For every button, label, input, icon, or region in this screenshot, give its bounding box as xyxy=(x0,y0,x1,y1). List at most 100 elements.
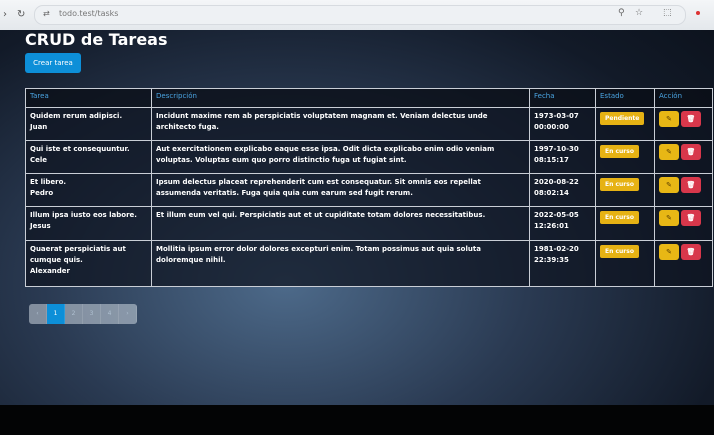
edit-button[interactable]: ✎ xyxy=(659,210,679,226)
task-description: Incidunt maxime rem ab perspiciatis volu… xyxy=(156,112,488,131)
status-cell: En curso xyxy=(595,206,655,241)
delete-button[interactable]: 🗑 xyxy=(681,244,701,260)
delete-button[interactable]: 🗑 xyxy=(681,177,701,193)
screen: › ↻ ⇄ todo.test/tasks ⚲ ☆ ⬚ CRUD de Tare… xyxy=(0,0,714,405)
delete-button[interactable]: 🗑 xyxy=(681,144,701,160)
monitor-bezel xyxy=(0,405,714,435)
url-text: todo.test/tasks xyxy=(59,9,119,18)
table-row: Qui iste et consequuntur. Cele Aut exerc… xyxy=(25,140,713,174)
page-title: CRUD de Tareas xyxy=(25,30,168,49)
task-description: Mollitia ipsum error dolor dolores excep… xyxy=(156,245,481,264)
star-icon[interactable]: ☆ xyxy=(635,8,643,18)
task-time: 00:00:00 xyxy=(534,123,569,131)
description-cell: Ipsum delectus placeat reprehenderit cum… xyxy=(151,173,530,207)
create-task-button[interactable]: Crear tarea xyxy=(25,53,81,73)
task-cell: Quaerat perspiciatis aut cumque quis. Al… xyxy=(25,240,152,287)
browser-toolbar: › ↻ ⇄ todo.test/tasks ⚲ ☆ ⬚ xyxy=(0,0,714,30)
task-description: Ipsum delectus placeat reprehenderit cum… xyxy=(156,178,481,197)
pencil-icon: ✎ xyxy=(666,115,672,123)
delete-button[interactable]: 🗑 xyxy=(681,210,701,226)
task-cell: Quidem rerum adipisci. Juan xyxy=(25,107,152,141)
status-badge: En curso xyxy=(600,211,639,224)
edit-button[interactable]: ✎ xyxy=(659,244,679,260)
task-time: 12:26:01 xyxy=(534,222,569,230)
column-header-task: Tarea xyxy=(25,88,152,108)
task-cell: Et libero. Pedro xyxy=(25,173,152,207)
task-date: 2022-05-05 xyxy=(534,211,579,219)
description-cell: Aut exercitationem explicabo eaque esse … xyxy=(151,140,530,174)
reload-icon[interactable]: ↻ xyxy=(17,9,25,20)
pagination-page-4[interactable]: 4 xyxy=(101,304,119,324)
delete-button[interactable]: 🗑 xyxy=(681,111,701,127)
description-cell: Incidunt maxime rem ab perspiciatis volu… xyxy=(151,107,530,141)
column-header-action: Acción xyxy=(654,88,713,108)
column-header-date: Fecha xyxy=(529,88,596,108)
date-cell: 2020-08-22 08:02:14 xyxy=(529,173,596,207)
column-header-description: Descripción xyxy=(151,88,530,108)
task-title: Quaerat perspiciatis aut cumque quis. xyxy=(30,245,126,264)
table-header-row: Tarea Descripción Fecha Estado Acción xyxy=(25,88,713,108)
action-cell: ✎ 🗑 xyxy=(654,206,713,241)
pencil-icon: ✎ xyxy=(666,148,672,156)
pencil-icon: ✎ xyxy=(666,248,672,256)
task-title: Et libero. xyxy=(30,178,67,186)
task-description: Aut exercitationem explicabo eaque esse … xyxy=(156,145,495,164)
table-row: Quaerat perspiciatis aut cumque quis. Al… xyxy=(25,240,713,287)
trash-icon: 🗑 xyxy=(686,248,696,256)
pencil-icon: ✎ xyxy=(666,214,672,222)
site-settings-icon[interactable]: ⇄ xyxy=(43,9,50,18)
date-cell: 2022-05-05 12:26:01 xyxy=(529,206,596,241)
action-cell: ✎ 🗑 xyxy=(654,240,713,287)
address-bar[interactable]: ⇄ todo.test/tasks ⚲ ☆ ⬚ xyxy=(34,5,686,25)
task-date: 1981-02-20 xyxy=(534,245,579,253)
task-user: Jesus xyxy=(30,222,51,230)
trash-icon: 🗑 xyxy=(686,115,696,123)
edit-button[interactable]: ✎ xyxy=(659,111,679,127)
task-time: 08:15:17 xyxy=(534,156,569,164)
column-header-status: Estado xyxy=(595,88,655,108)
pagination-page-1[interactable]: 1 xyxy=(47,304,65,324)
pagination-page-3[interactable]: 3 xyxy=(83,304,101,324)
status-badge: En curso xyxy=(600,178,639,191)
trash-icon: 🗑 xyxy=(686,214,696,222)
extensions-icon[interactable]: ⬚ xyxy=(663,8,672,18)
record-indicator-icon xyxy=(696,11,700,15)
task-cell: Illum ipsa iusto eos labore. Jesus xyxy=(25,206,152,241)
trash-icon: 🗑 xyxy=(686,181,696,189)
table-row: Et libero. Pedro Ipsum delectus placeat … xyxy=(25,173,713,207)
task-time: 22:39:35 xyxy=(534,256,569,264)
action-cell: ✎ 🗑 xyxy=(654,140,713,174)
task-date: 1997-10-30 xyxy=(534,145,579,153)
table-row: Illum ipsa iusto eos labore. Jesus Et il… xyxy=(25,206,713,241)
description-cell: Mollitia ipsum error dolor dolores excep… xyxy=(151,240,530,287)
status-cell: En curso xyxy=(595,173,655,207)
task-date: 2020-08-22 xyxy=(534,178,579,186)
task-cell: Qui iste et consequuntur. Cele xyxy=(25,140,152,174)
arrow-left-icon[interactable]: › xyxy=(3,9,7,20)
date-cell: 1981-02-20 22:39:35 xyxy=(529,240,596,287)
status-cell: En curso xyxy=(595,240,655,287)
task-user: Alexander xyxy=(30,267,70,275)
status-badge: En curso xyxy=(600,245,639,258)
pagination-page-2[interactable]: 2 xyxy=(65,304,83,324)
zoom-icon[interactable]: ⚲ xyxy=(618,8,625,18)
tasks-table: Tarea Descripción Fecha Estado Acción Qu… xyxy=(25,88,713,287)
pencil-icon: ✎ xyxy=(666,181,672,189)
task-user: Juan xyxy=(30,123,48,131)
date-cell: 1973-03-07 00:00:00 xyxy=(529,107,596,141)
task-date: 1973-03-07 xyxy=(534,112,579,120)
task-user: Pedro xyxy=(30,189,54,197)
trash-icon: 🗑 xyxy=(686,148,696,156)
edit-button[interactable]: ✎ xyxy=(659,177,679,193)
task-title: Quidem rerum adipisci. xyxy=(30,112,123,120)
status-cell: Pendiente xyxy=(595,107,655,141)
pagination-next[interactable]: › xyxy=(119,304,137,324)
action-cell: ✎ 🗑 xyxy=(654,173,713,207)
status-badge: En curso xyxy=(600,145,639,158)
action-cell: ✎ 🗑 xyxy=(654,107,713,141)
status-badge: Pendiente xyxy=(600,112,645,125)
pagination-prev[interactable]: ‹ xyxy=(29,304,47,324)
table-row: Quidem rerum adipisci. Juan Incidunt max… xyxy=(25,107,713,141)
edit-button[interactable]: ✎ xyxy=(659,144,679,160)
status-cell: En curso xyxy=(595,140,655,174)
